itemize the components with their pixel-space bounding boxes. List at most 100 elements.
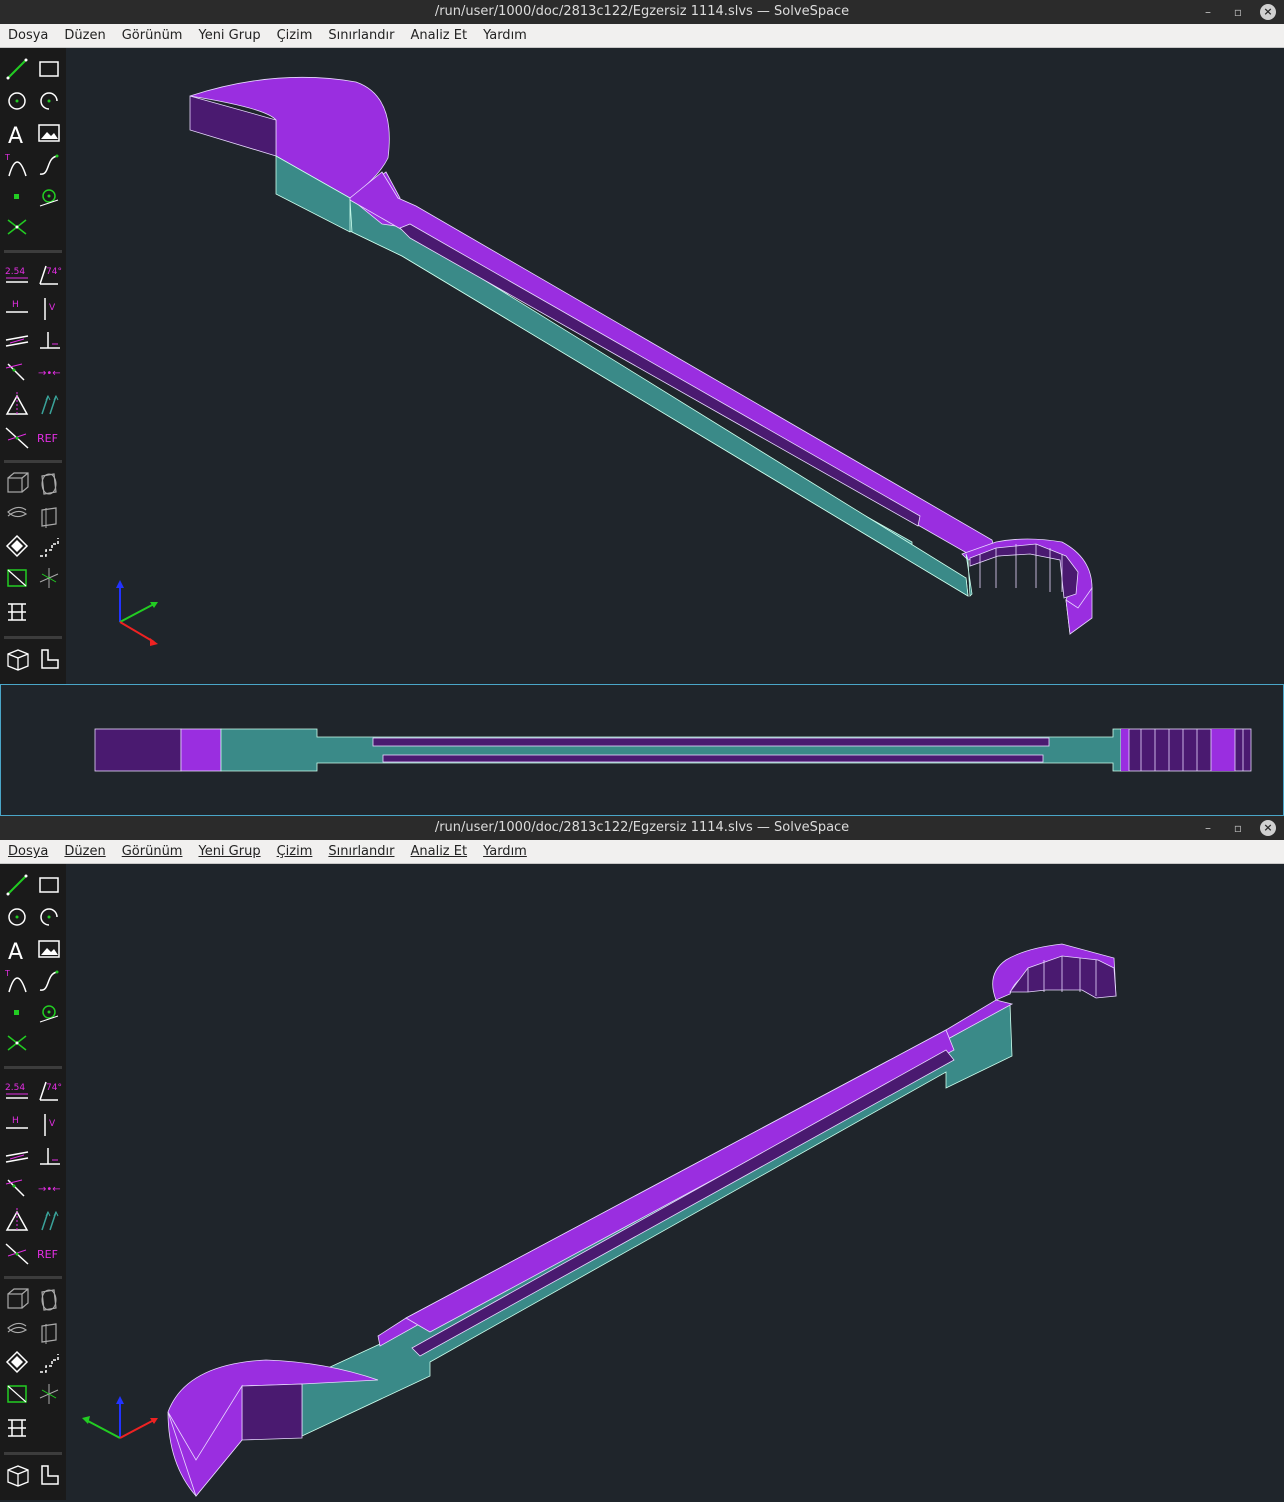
in-workplane-icon[interactable] (7, 1385, 27, 1403)
tangent-arc-icon[interactable]: T (4, 969, 27, 993)
nearest-ortho-view-icon[interactable] (41, 649, 59, 669)
spline-tool-icon[interactable] (39, 970, 59, 991)
extrude-icon[interactable] (7, 1288, 29, 1309)
text-tool-icon[interactable]: A (8, 124, 23, 149)
circle-tool-icon[interactable] (8, 92, 26, 110)
side-view-panel[interactable] (0, 684, 1284, 816)
spline-tool-icon[interactable] (39, 154, 59, 175)
line-tool-icon[interactable] (6, 874, 28, 896)
same-orientation-icon[interactable] (41, 394, 59, 415)
menu-dosya[interactable]: Dosya (8, 28, 48, 43)
tangent-arc-icon[interactable]: T (4, 153, 27, 177)
perpendicular-constraint-icon[interactable] (40, 332, 60, 349)
reference-icon[interactable]: REF (37, 1248, 58, 1261)
step-rotate-icon[interactable] (5, 1350, 29, 1374)
in-3d-icon[interactable] (39, 1384, 59, 1404)
reference-icon[interactable]: REF (37, 432, 58, 445)
workplane-tool-icon[interactable] (39, 1005, 59, 1023)
rectangle-tool-icon[interactable] (39, 61, 59, 77)
vertical-constraint-icon[interactable]: V (44, 298, 56, 320)
nearest-iso-view-icon[interactable] (7, 1465, 29, 1487)
angle-label: 74° (46, 267, 62, 277)
split-curves-icon[interactable] (7, 219, 27, 235)
arc-tool-icon[interactable] (40, 908, 58, 926)
distance-constraint-icon[interactable]: 2.54 (5, 267, 28, 283)
point-tool-icon[interactable] (14, 1010, 19, 1015)
menu-analiz-et[interactable]: Analiz Et (410, 844, 467, 859)
minimize-button[interactable]: – (1200, 4, 1216, 20)
revolve-icon[interactable] (41, 507, 57, 528)
image-tool-icon[interactable] (38, 124, 60, 142)
symmetric-constraint-icon[interactable] (5, 392, 29, 416)
step-translate-icon[interactable] (40, 538, 59, 557)
constraint-on-icon[interactable] (5, 427, 29, 449)
horizontal-constraint-icon[interactable]: H (6, 300, 28, 313)
extrude-icon[interactable] (7, 472, 29, 493)
text-tool-icon[interactable]: A (8, 940, 23, 965)
menu-dosya[interactable]: Dosya (8, 844, 48, 859)
menu-cizim[interactable]: Çizim (277, 844, 313, 859)
step-rotate-icon[interactable] (5, 534, 29, 558)
menu-sinirlandir[interactable]: Sınırlandır (328, 28, 394, 43)
vertical-label: V (49, 303, 56, 313)
menu-duzen[interactable]: Düzen (64, 28, 105, 43)
link-file-icon[interactable] (8, 1419, 26, 1437)
menu-yeni-grup[interactable]: Yeni Grup (198, 844, 260, 859)
wrench-handle-top (349, 171, 997, 557)
close-button[interactable]: × (1260, 4, 1276, 20)
menu-cizim[interactable]: Çizim (277, 28, 313, 43)
pt-on-line-constraint-icon[interactable] (5, 363, 25, 381)
distance-constraint-icon[interactable]: 2.54 (5, 1083, 28, 1099)
menu-yardim[interactable]: Yardım (483, 28, 527, 43)
rectangle-tool-icon[interactable] (39, 877, 59, 893)
menu-analiz-et[interactable]: Analiz Et (410, 28, 467, 43)
image-tool-icon[interactable] (38, 940, 60, 958)
toolbar-separator (4, 636, 62, 639)
step-translate-icon[interactable] (40, 1354, 59, 1373)
pt-on-line-constraint-icon[interactable] (5, 1179, 25, 1197)
maximize-button[interactable]: ▫ (1230, 820, 1246, 836)
horizontal-constraint-icon[interactable]: H (6, 1116, 28, 1129)
revolve-icon[interactable] (41, 1323, 57, 1344)
nearest-iso-view-icon[interactable] (7, 649, 29, 671)
parallel-constraint-icon[interactable] (5, 1151, 29, 1163)
helix-icon[interactable] (7, 506, 28, 518)
link-file-icon[interactable] (8, 603, 26, 621)
constraint-icons: 2.54 74° H V →•← REF (5, 265, 62, 449)
close-button[interactable]: × (1260, 820, 1276, 836)
symmetric-constraint-icon[interactable] (5, 1208, 29, 1232)
point-tool-icon[interactable] (14, 194, 19, 199)
circle-tool-icon[interactable] (8, 908, 26, 926)
helix-icon[interactable] (7, 1322, 28, 1334)
constraint-on-icon[interactable] (5, 1243, 29, 1265)
perpendicular-constraint-icon[interactable] (40, 1148, 60, 1165)
nearest-ortho-view-icon[interactable] (41, 1465, 59, 1485)
vertical-constraint-icon[interactable]: V (44, 1114, 56, 1136)
arc-tool-icon[interactable] (40, 92, 58, 110)
menu-sinirlandir[interactable]: Sınırlandır (328, 844, 394, 859)
parallel-constraint-icon[interactable] (5, 335, 29, 347)
menu-yardim[interactable]: Yardım (483, 844, 527, 859)
line-tool-icon[interactable] (6, 58, 28, 80)
model-canvas-3d[interactable] (66, 48, 1284, 684)
lathe-icon[interactable] (41, 473, 57, 495)
split-curves-icon[interactable] (7, 1035, 27, 1051)
menu-duzen[interactable]: Düzen (64, 844, 105, 859)
in-workplane-icon[interactable] (7, 569, 27, 587)
in-3d-icon[interactable] (39, 568, 59, 588)
window-title: /run/user/1000/doc/2813c122/Egzersiz 111… (434, 820, 850, 835)
midpoint-constraint-icon[interactable]: →•← (38, 368, 61, 379)
menu-gorunum[interactable]: Görünüm (122, 844, 183, 859)
midpoint-constraint-icon[interactable]: →•← (38, 1184, 61, 1195)
menu-yeni-grup[interactable]: Yeni Grup (198, 28, 260, 43)
same-orientation-icon[interactable] (41, 1210, 59, 1231)
angle-constraint-icon[interactable]: 74° (39, 1081, 62, 1101)
minimize-button[interactable]: – (1200, 820, 1216, 836)
menu-gorunum[interactable]: Görünüm (122, 28, 183, 43)
model-canvas-3d[interactable] (66, 864, 1284, 1500)
lathe-icon[interactable] (41, 1289, 57, 1311)
angle-constraint-icon[interactable]: 74° (39, 265, 62, 285)
workplane-tool-icon[interactable] (39, 189, 59, 207)
axis-triad (82, 1396, 158, 1439)
maximize-button[interactable]: ▫ (1230, 4, 1246, 20)
